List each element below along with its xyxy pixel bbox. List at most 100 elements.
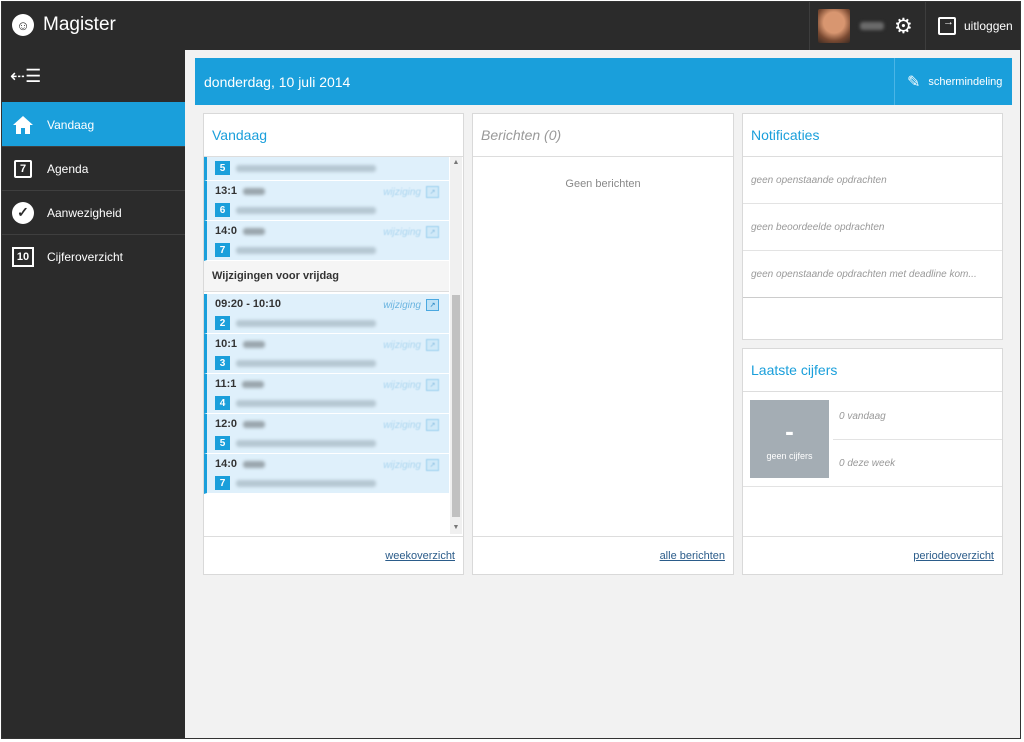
notifications-panel-title: Notificaties bbox=[743, 114, 1002, 157]
messages-panel-footer: alle berichten bbox=[473, 536, 733, 574]
notification-item[interactable]: geen openstaande opdrachten bbox=[743, 157, 1002, 204]
grades-panel-title: Laatste cijfers bbox=[743, 349, 1002, 392]
change-tag-label: wijziging bbox=[383, 299, 421, 311]
top-bar: ☺ Magister ⚙ uitloggen bbox=[2, 2, 1020, 50]
list-item[interactable]: 12:0 wijziging ↗ 5 bbox=[204, 414, 449, 454]
sidebar-item-label: Agenda bbox=[47, 161, 89, 176]
avatar[interactable] bbox=[818, 9, 850, 43]
collapse-menu-icon[interactable]: ⇠☰ bbox=[2, 50, 185, 102]
hour-badge: 4 bbox=[215, 396, 230, 410]
period-overview-link[interactable]: periodeoverzicht bbox=[913, 550, 994, 562]
app-window: ☺ Magister ⚙ uitloggen ⇠☰ Vandaag 7 Agen… bbox=[1, 1, 1021, 739]
lesson-time: 11:1 bbox=[215, 378, 237, 390]
hour-badge: 2 bbox=[215, 316, 230, 330]
lesson-info-blurred bbox=[236, 359, 376, 367]
notification-item[interactable]: geen beoordeelde opdrachten bbox=[743, 204, 1002, 251]
change-icon: ↗ bbox=[426, 186, 439, 198]
list-item[interactable]: 13:1 wijziging ↗ 6 bbox=[204, 181, 449, 221]
messages-panel: Berichten (0) Geen berichten alle berich… bbox=[472, 113, 734, 575]
list-item[interactable]: 14:0 wijziging ↗ 7 bbox=[204, 221, 449, 261]
lesson-info-blurred bbox=[236, 206, 376, 214]
screen-layout-label: schermindeling bbox=[928, 75, 1003, 88]
hour-badge: 5 bbox=[215, 436, 230, 450]
screen-layout-button[interactable]: ✎ schermindeling bbox=[894, 58, 1012, 105]
scroll-down-icon[interactable]: ▼ bbox=[450, 522, 462, 534]
lesson-time: 10:1 bbox=[215, 338, 238, 350]
brand[interactable]: ☺ Magister bbox=[12, 14, 116, 36]
logout-button[interactable]: uitloggen bbox=[925, 2, 1020, 50]
today-panel-title: Vandaag bbox=[204, 114, 463, 157]
sidebar-item-aanwezigheid[interactable]: ✓ Aanwezigheid bbox=[2, 190, 185, 234]
calendar-badge: 7 bbox=[14, 159, 32, 178]
user-menu[interactable]: ⚙ bbox=[809, 2, 926, 50]
grades-panel: Laatste cijfers - geen cijfers 0 vandaag… bbox=[742, 348, 1003, 575]
change-icon: ↗ bbox=[426, 339, 439, 351]
grades-badge: 10 bbox=[12, 246, 34, 267]
change-icon: ↗ bbox=[426, 226, 439, 238]
sidebar: ⇠☰ Vandaag 7 Agenda ✓ Aanwezigheid 10 Ci… bbox=[2, 50, 185, 738]
lesson-time: 13:1 bbox=[215, 185, 238, 197]
list-item[interactable]: 14:0 wijziging ↗ 7 bbox=[204, 454, 449, 494]
lesson-info-blurred bbox=[236, 439, 376, 447]
change-icon: ↗ bbox=[426, 419, 439, 431]
hour-badge: 6 bbox=[215, 203, 230, 217]
grades-panel-footer: periodeoverzicht bbox=[743, 536, 1002, 574]
hour-badge: 5 bbox=[215, 161, 230, 175]
grades-icon: 10 bbox=[11, 245, 35, 269]
username-blurred bbox=[860, 22, 884, 30]
lesson-time: 14:0 bbox=[215, 225, 238, 237]
schedule-list[interactable]: 5 13:1 wijziging ↗ 6 14:0 wijziging ↗ 7 Wi… bbox=[204, 157, 449, 534]
sidebar-item-agenda[interactable]: 7 Agenda bbox=[2, 146, 185, 190]
logout-icon bbox=[938, 16, 956, 35]
gear-icon[interactable]: ⚙ bbox=[894, 16, 913, 37]
scrollbar[interactable]: ▲ ▼ bbox=[450, 157, 462, 534]
sidebar-item-label: Cijferoverzicht bbox=[47, 249, 124, 264]
change-tag: wijziging ↗ bbox=[383, 226, 439, 238]
home-icon bbox=[11, 113, 35, 137]
lesson-info-blurred bbox=[236, 479, 376, 487]
section-heading: Wijzigingen voor vrijdag bbox=[204, 261, 449, 292]
today-panel-footer: weekoverzicht bbox=[204, 536, 463, 574]
list-item[interactable]: 11:1 wijziging ↗ 4 bbox=[204, 374, 449, 414]
change-icon: ↗ bbox=[426, 379, 439, 391]
change-tag: wijziging ↗ bbox=[383, 339, 439, 351]
today-panel: Vandaag 5 13:1 wijziging ↗ 6 14:0 wijzigi… bbox=[203, 113, 464, 575]
all-messages-link[interactable]: alle berichten bbox=[660, 550, 725, 562]
change-icon: ↗ bbox=[426, 299, 439, 311]
change-icon: ↗ bbox=[426, 459, 439, 471]
sidebar-item-label: Aanwezigheid bbox=[47, 205, 122, 220]
list-item[interactable]: 5 bbox=[204, 157, 449, 181]
lesson-time: 12:0 bbox=[215, 418, 238, 430]
scroll-thumb[interactable] bbox=[452, 295, 460, 517]
notification-item[interactable]: geen openstaande opdrachten met deadline… bbox=[743, 251, 1002, 298]
hour-badge: 7 bbox=[215, 243, 230, 257]
divider bbox=[743, 486, 1002, 487]
list-item[interactable]: 09:20 - 10:10 wijziging ↗ 2 bbox=[204, 294, 449, 334]
page-title: donderdag, 10 juli 2014 bbox=[204, 74, 351, 90]
app-title: Magister bbox=[43, 14, 116, 35]
lesson-info-blurred bbox=[236, 399, 376, 407]
scroll-up-icon[interactable]: ▲ bbox=[450, 157, 462, 169]
hour-badge: 3 bbox=[215, 356, 230, 370]
pencil-icon: ✎ bbox=[907, 73, 921, 91]
grade-tile-value: - bbox=[785, 416, 794, 446]
grade-tile[interactable]: - geen cijfers bbox=[750, 400, 829, 478]
change-tag: wijziging ↗ bbox=[383, 379, 439, 391]
calendar-icon: 7 bbox=[11, 157, 35, 181]
logout-label: uitloggen bbox=[964, 19, 1013, 33]
sidebar-item-vandaag[interactable]: Vandaag bbox=[2, 102, 185, 146]
change-tag: wijziging ↗ bbox=[383, 299, 439, 311]
list-item[interactable]: 10:1 wijziging ↗ 3 bbox=[204, 334, 449, 374]
week-overview-link[interactable]: weekoverzicht bbox=[385, 550, 455, 562]
grades-today: 0 vandaag bbox=[839, 411, 886, 422]
sidebar-item-cijferoverzicht[interactable]: 10 Cijferoverzicht bbox=[2, 234, 185, 278]
grades-this-week: 0 deze week bbox=[839, 458, 896, 469]
change-tag: wijziging ↗ bbox=[383, 419, 439, 431]
change-tag: wijziging ↗ bbox=[383, 186, 439, 198]
lesson-info-blurred bbox=[236, 319, 376, 327]
sidebar-item-label: Vandaag bbox=[47, 117, 95, 132]
messages-panel-title: Berichten (0) bbox=[473, 114, 733, 157]
magister-logo-icon: ☺ bbox=[12, 14, 34, 36]
lesson-time: 14:0 bbox=[215, 458, 238, 470]
change-tag: wijziging ↗ bbox=[383, 459, 439, 471]
